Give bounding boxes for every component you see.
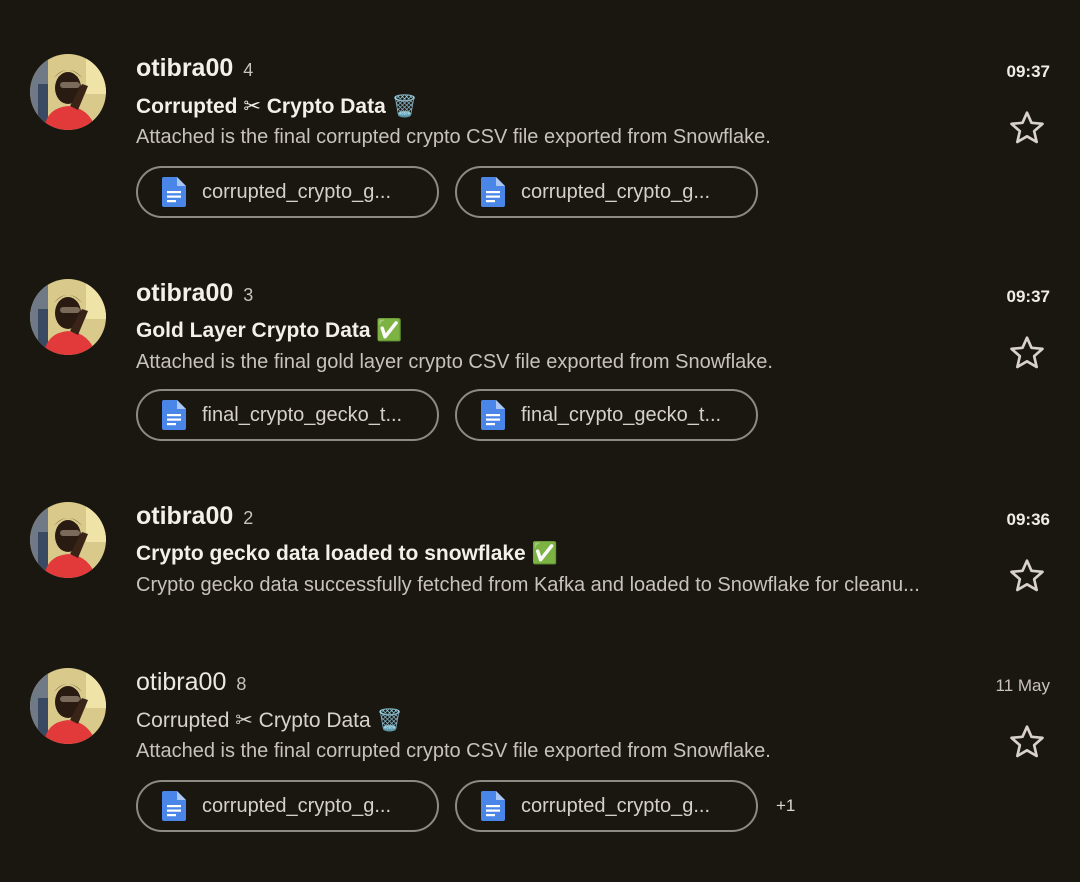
attachment-chip[interactable]: corrupted_crypto_g...	[136, 780, 439, 832]
attachment-name: corrupted_crypto_g...	[202, 794, 391, 817]
thread-count: 8	[236, 674, 247, 694]
email-preview: Attached is the final corrupted crypto C…	[136, 126, 771, 148]
google-docs-file-icon	[481, 177, 505, 207]
avatar[interactable]	[30, 502, 106, 578]
sender-line: otibra00 2	[136, 502, 253, 532]
thread-count: 3	[243, 285, 254, 305]
star-icon[interactable]	[1007, 108, 1047, 148]
email-row[interactable]: otibra00 4 09:37 Corrupted ✂ Crypto Data…	[0, 54, 1080, 224]
email-row[interactable]: otibra00 2 09:36 Crypto gecko data loade…	[0, 502, 1080, 612]
attachment-chip[interactable]: final_crypto_gecko_t...	[455, 389, 758, 441]
sender-line: otibra00 3	[136, 279, 253, 309]
star-icon[interactable]	[1007, 556, 1047, 596]
attachment-name: corrupted_crypto_g...	[521, 794, 710, 817]
more-attachments-count[interactable]: +1	[776, 796, 795, 816]
email-subject: Crypto gecko data loaded to snowflake ✅	[136, 542, 558, 565]
email-subject: Corrupted ✂ Crypto Data 🗑️	[136, 95, 418, 118]
attachment-chip[interactable]: corrupted_crypto_g...	[455, 780, 758, 832]
email-time: 09:37	[1006, 62, 1050, 81]
attachment-chip[interactable]: corrupted_crypto_g...	[136, 166, 439, 218]
attachment-name: corrupted_crypto_g...	[521, 180, 710, 203]
attachment-name: corrupted_crypto_g...	[202, 180, 391, 203]
email-preview: Attached is the final gold layer crypto …	[136, 351, 773, 373]
sender-line: otibra00 4	[136, 54, 253, 84]
email-time: 09:36	[1006, 510, 1050, 529]
email-preview: Crypto gecko data successfully fetched f…	[136, 574, 920, 596]
attachment-name: final_crypto_gecko_t...	[521, 403, 722, 426]
attachment-chips: corrupted_crypto_g... corrupted_crypto_g…	[136, 166, 774, 218]
email-preview: Attached is the final corrupted crypto C…	[136, 740, 771, 762]
star-icon[interactable]	[1007, 333, 1047, 373]
email-row[interactable]: otibra00 3 09:37 Gold Layer Crypto Data …	[0, 279, 1080, 449]
avatar[interactable]	[30, 279, 106, 355]
sender-name: otibra00	[136, 502, 234, 530]
attachment-name: final_crypto_gecko_t...	[202, 403, 403, 426]
attachment-chips: corrupted_crypto_g... corrupted_crypto_g…	[136, 780, 795, 832]
avatar[interactable]	[30, 54, 106, 130]
sender-name: otibra00	[136, 668, 227, 696]
attachment-chip[interactable]: final_crypto_gecko_t...	[136, 389, 439, 441]
email-list: otibra00 4 09:37 Corrupted ✂ Crypto Data…	[0, 0, 1080, 882]
sender-line: otibra00 8	[136, 668, 246, 698]
thread-count: 2	[243, 508, 254, 528]
google-docs-file-icon	[481, 791, 505, 821]
email-time: 09:37	[1006, 287, 1050, 306]
email-subject: Corrupted ✂ Crypto Data 🗑️	[136, 709, 403, 732]
sender-name: otibra00	[136, 279, 234, 307]
star-icon[interactable]	[1007, 722, 1047, 762]
sender-name: otibra00	[136, 54, 234, 82]
google-docs-file-icon	[162, 177, 186, 207]
email-row[interactable]: otibra00 8 11 May Corrupted ✂ Crypto Dat…	[0, 668, 1080, 838]
email-time: 11 May	[995, 676, 1051, 695]
attachment-chips: final_crypto_gecko_t... final_crypto_gec…	[136, 389, 774, 441]
google-docs-file-icon	[162, 791, 186, 821]
attachment-chip[interactable]: corrupted_crypto_g...	[455, 166, 758, 218]
email-subject: Gold Layer Crypto Data ✅	[136, 319, 403, 342]
avatar[interactable]	[30, 668, 106, 744]
thread-count: 4	[243, 60, 254, 80]
google-docs-file-icon	[162, 400, 186, 430]
google-docs-file-icon	[481, 400, 505, 430]
